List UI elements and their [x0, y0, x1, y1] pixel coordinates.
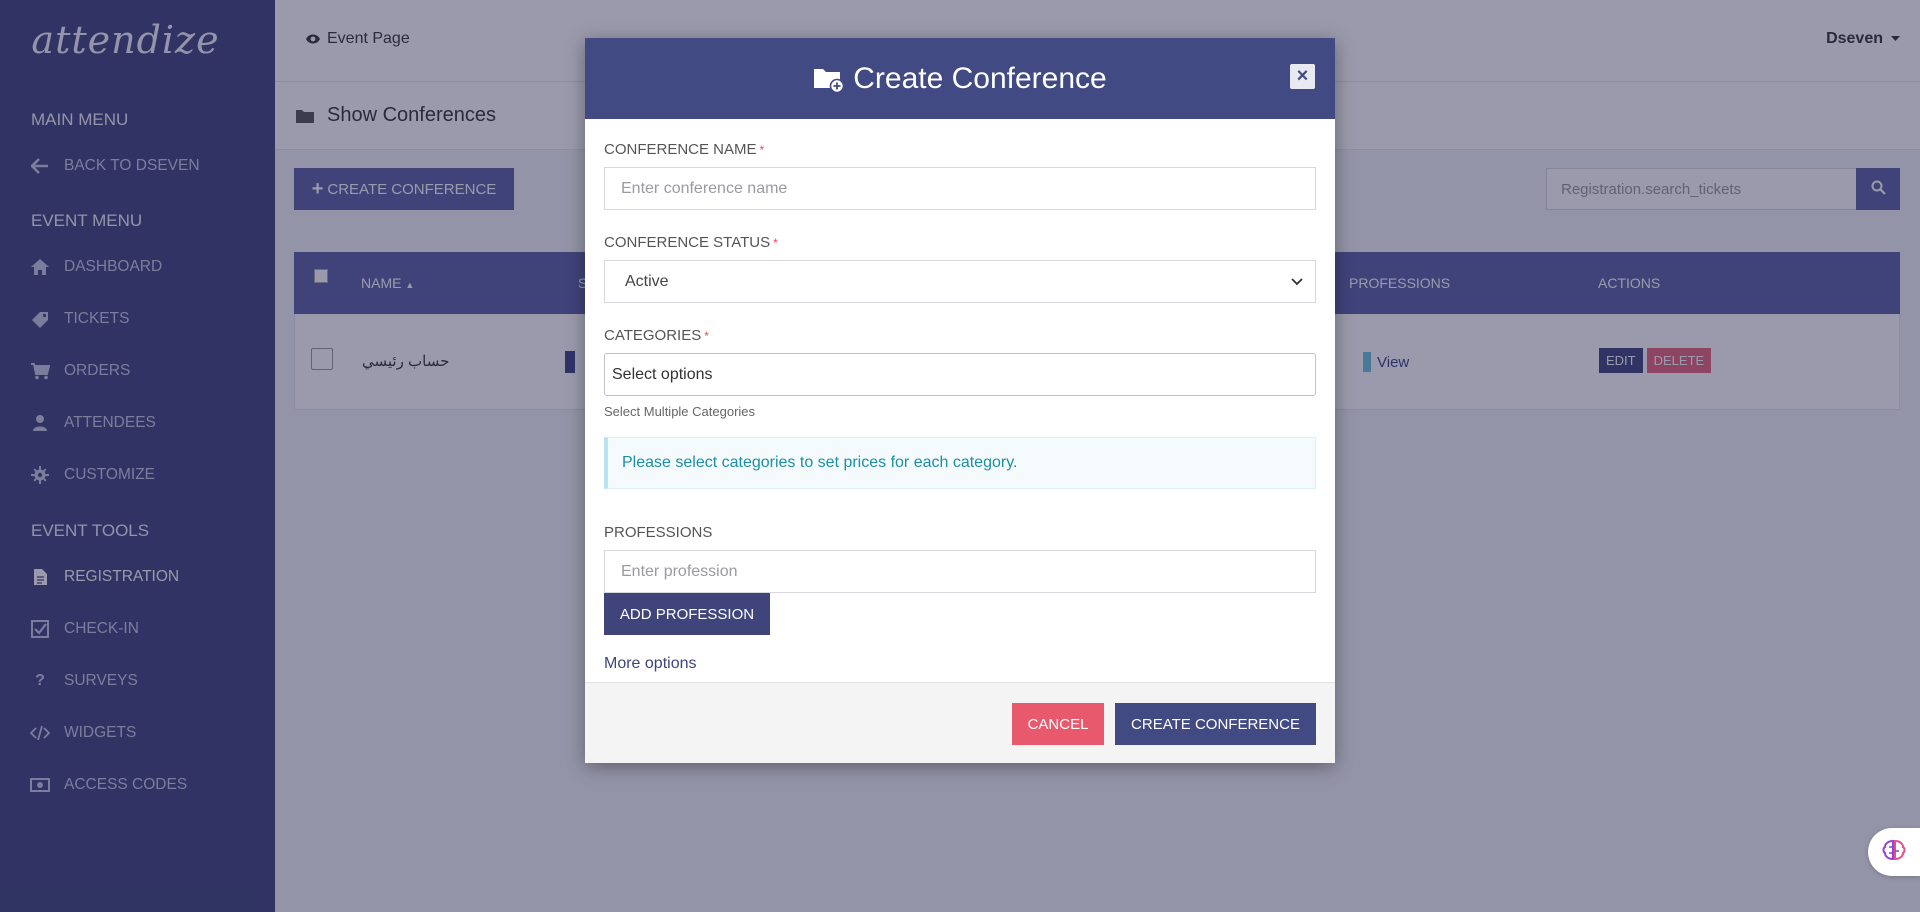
categories-help-text: Select Multiple Categories — [604, 404, 756, 419]
professions-label: PROFESSIONS — [604, 524, 713, 541]
categories-multiselect[interactable]: Select options — [604, 353, 1316, 396]
brain-icon — [1882, 839, 1906, 865]
create-conference-modal: Create Conference × CONFERENCE NAME * Ent… — [585, 38, 1335, 763]
profession-input[interactable]: Enter profession — [604, 550, 1316, 593]
required-marker: * — [759, 143, 765, 157]
categories-info-alert: Please select categories to set prices f… — [604, 437, 1316, 489]
conference-name-label: CONFERENCE NAME * — [604, 141, 1316, 159]
cancel-button[interactable]: CANCEL — [1012, 703, 1104, 745]
assistant-button[interactable] — [1868, 828, 1920, 876]
close-icon[interactable]: × — [1290, 64, 1315, 89]
chevron-down-icon — [1291, 273, 1303, 291]
folder-plus-icon — [813, 65, 845, 93]
more-options-link[interactable]: More options — [604, 655, 1316, 673]
add-profession-button[interactable]: ADD PROFESSION — [604, 593, 770, 635]
required-marker: * — [773, 236, 778, 250]
conference-status-label: CONFERENCE STATUS * — [604, 234, 1316, 252]
required-marker: * — [704, 329, 709, 343]
modal-footer: CANCEL CREATE CONFERENCE — [585, 682, 1335, 763]
categories-label: CATEGORIES * — [604, 327, 1316, 345]
create-conference-submit-button[interactable]: CREATE CONFERENCE — [1115, 703, 1316, 745]
conference-status-select[interactable]: Active — [604, 260, 1316, 303]
conference-name-label-text: CONFERENCE NAME — [604, 141, 757, 158]
conference-name-input[interactable]: Enter conference name — [604, 167, 1316, 210]
categories-label-text: CATEGORIES — [604, 327, 702, 344]
modal-title: Create Conference — [853, 61, 1107, 95]
modal-body: CONFERENCE NAME * Enter conference name C… — [585, 119, 1335, 682]
modal-header: Create Conference × — [585, 38, 1335, 119]
conference-status-label-text: CONFERENCE STATUS — [604, 234, 771, 251]
conference-status-value: Active — [625, 272, 669, 290]
